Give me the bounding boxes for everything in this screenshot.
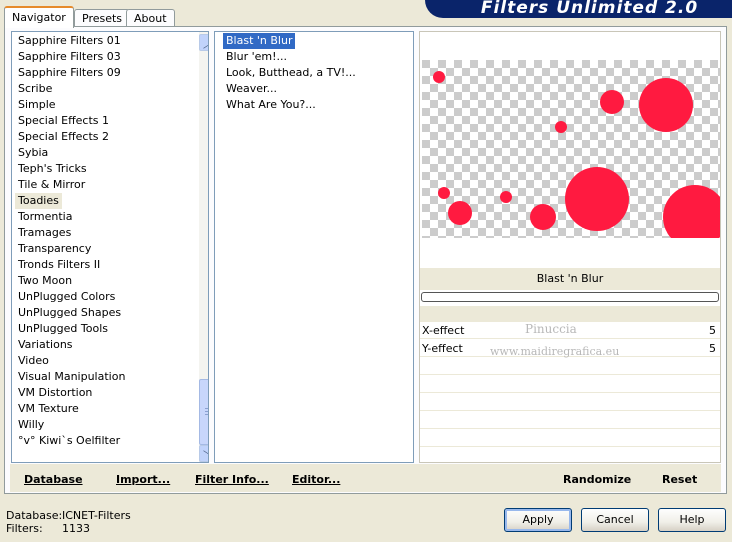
category-scrollbar[interactable]: ︿ ﹀ — [199, 32, 208, 462]
filters-value: 1133 — [62, 522, 90, 535]
category-item[interactable]: Special Effects 2 — [15, 129, 112, 145]
preview-svg — [422, 60, 720, 238]
filter-item[interactable]: Blur 'em!... — [223, 49, 290, 65]
category-item[interactable]: Transparency — [15, 241, 94, 257]
category-item[interactable]: Two Moon — [15, 273, 75, 289]
preview-dot — [639, 78, 693, 132]
brand-banner: Filters Unlimited 2.0 — [425, 0, 732, 18]
preview-dot — [565, 167, 629, 231]
category-item[interactable]: Tormentia — [15, 209, 75, 225]
help-button[interactable]: Help — [658, 508, 726, 532]
category-item[interactable]: Visual Manipulation — [15, 369, 128, 385]
filter-title-bar: Blast 'n Blur — [420, 268, 720, 290]
scroll-up-button[interactable]: ︿ — [199, 34, 208, 51]
param-row-empty — [420, 394, 720, 411]
tab-about[interactable]: About — [126, 9, 175, 27]
database-value: ICNET-Filters — [62, 509, 131, 522]
filter-detail-panel: Blast 'n Blur X-effect 5 Y-effect 5 Pinu… — [419, 31, 721, 463]
chevron-up-icon: ︿ — [203, 36, 208, 51]
param-table: X-effect 5 Y-effect 5 — [420, 322, 720, 462]
category-item[interactable]: Variations — [15, 337, 76, 353]
scroll-thumb[interactable] — [199, 379, 208, 445]
param-value: 5 — [709, 324, 716, 337]
preview-image — [422, 60, 720, 238]
category-item[interactable]: Willy — [15, 417, 47, 433]
category-item[interactable]: Scribe — [15, 81, 55, 97]
preview-dot — [600, 90, 624, 114]
category-item[interactable]: Sapphire Filters 01 — [15, 33, 124, 49]
preview-dot — [448, 201, 472, 225]
category-item[interactable]: Simple — [15, 97, 59, 113]
scroll-down-button[interactable]: ﹀ — [199, 445, 208, 462]
progress-bar — [421, 292, 719, 302]
filter-item[interactable]: Look, Butthead, a TV!... — [223, 65, 359, 81]
preview-dot — [433, 71, 445, 83]
cancel-button[interactable]: Cancel — [581, 508, 649, 532]
filter-item[interactable]: Blast 'n Blur — [223, 33, 296, 49]
watermark-line1: Pinuccia — [525, 322, 577, 336]
preview-dot — [500, 191, 512, 203]
preview-dot — [530, 204, 556, 230]
category-item[interactable]: Special Effects 1 — [15, 113, 112, 129]
preview-dot — [555, 121, 567, 133]
watermark-line2: www.maidiregrafica.eu — [490, 345, 620, 358]
category-item[interactable]: Teph's Tricks — [15, 161, 90, 177]
filter-title: Blast 'n Blur — [536, 272, 604, 285]
category-list[interactable]: Sapphire Filters 01 Sapphire Filters 03 Sa… — [11, 31, 209, 463]
category-item[interactable]: UnPlugged Colors — [15, 289, 118, 305]
category-item[interactable]: UnPlugged Tools — [15, 321, 111, 337]
import-button[interactable]: Import... — [116, 473, 170, 486]
param-row-empty — [420, 358, 720, 375]
params-header — [420, 306, 720, 322]
category-item[interactable]: Sapphire Filters 09 — [15, 65, 124, 81]
filter-item[interactable]: What Are You?... — [223, 97, 319, 113]
param-row-empty — [420, 430, 720, 447]
editor-button[interactable]: Editor... — [292, 473, 340, 486]
category-item[interactable]: Toadies — [15, 193, 62, 209]
database-label: Database: — [6, 509, 63, 522]
category-item[interactable]: VM Distortion — [15, 385, 95, 401]
param-row-empty — [420, 376, 720, 393]
category-item[interactable]: Video — [15, 353, 52, 369]
reset-button[interactable]: Reset — [662, 473, 697, 486]
randomize-button[interactable]: Randomize — [563, 473, 631, 486]
apply-button[interactable]: Apply — [504, 508, 572, 532]
tab-presets[interactable]: Presets — [74, 9, 131, 27]
category-item[interactable]: VM Texture — [15, 401, 82, 417]
filter-info-button[interactable]: Filter Info... — [195, 473, 269, 486]
param-row-empty — [420, 412, 720, 429]
filter-list[interactable]: Blast 'n Blur Blur 'em!... Look, Butthead,… — [214, 31, 414, 463]
category-item[interactable]: Tramages — [15, 225, 74, 241]
preview-dot — [438, 187, 450, 199]
param-label: Y-effect — [422, 342, 463, 355]
category-item[interactable]: UnPlugged Shapes — [15, 305, 124, 321]
filter-item[interactable]: Weaver... — [223, 81, 280, 97]
database-button[interactable]: Database — [24, 473, 83, 486]
chevron-down-icon: ﹀ — [203, 447, 208, 462]
category-item[interactable]: Tile & Mirror — [15, 177, 88, 193]
filters-label: Filters: — [6, 522, 43, 535]
category-item[interactable]: Sapphire Filters 03 — [15, 49, 124, 65]
param-value: 5 — [709, 342, 716, 355]
category-item[interactable]: °v° Kiwi`s Oelfilter — [15, 433, 123, 449]
tab-navigator[interactable]: Navigator — [4, 6, 74, 28]
category-item[interactable]: Tronds Filters II — [15, 257, 103, 273]
param-label: X-effect — [422, 324, 465, 337]
category-item[interactable]: Sybia — [15, 145, 51, 161]
